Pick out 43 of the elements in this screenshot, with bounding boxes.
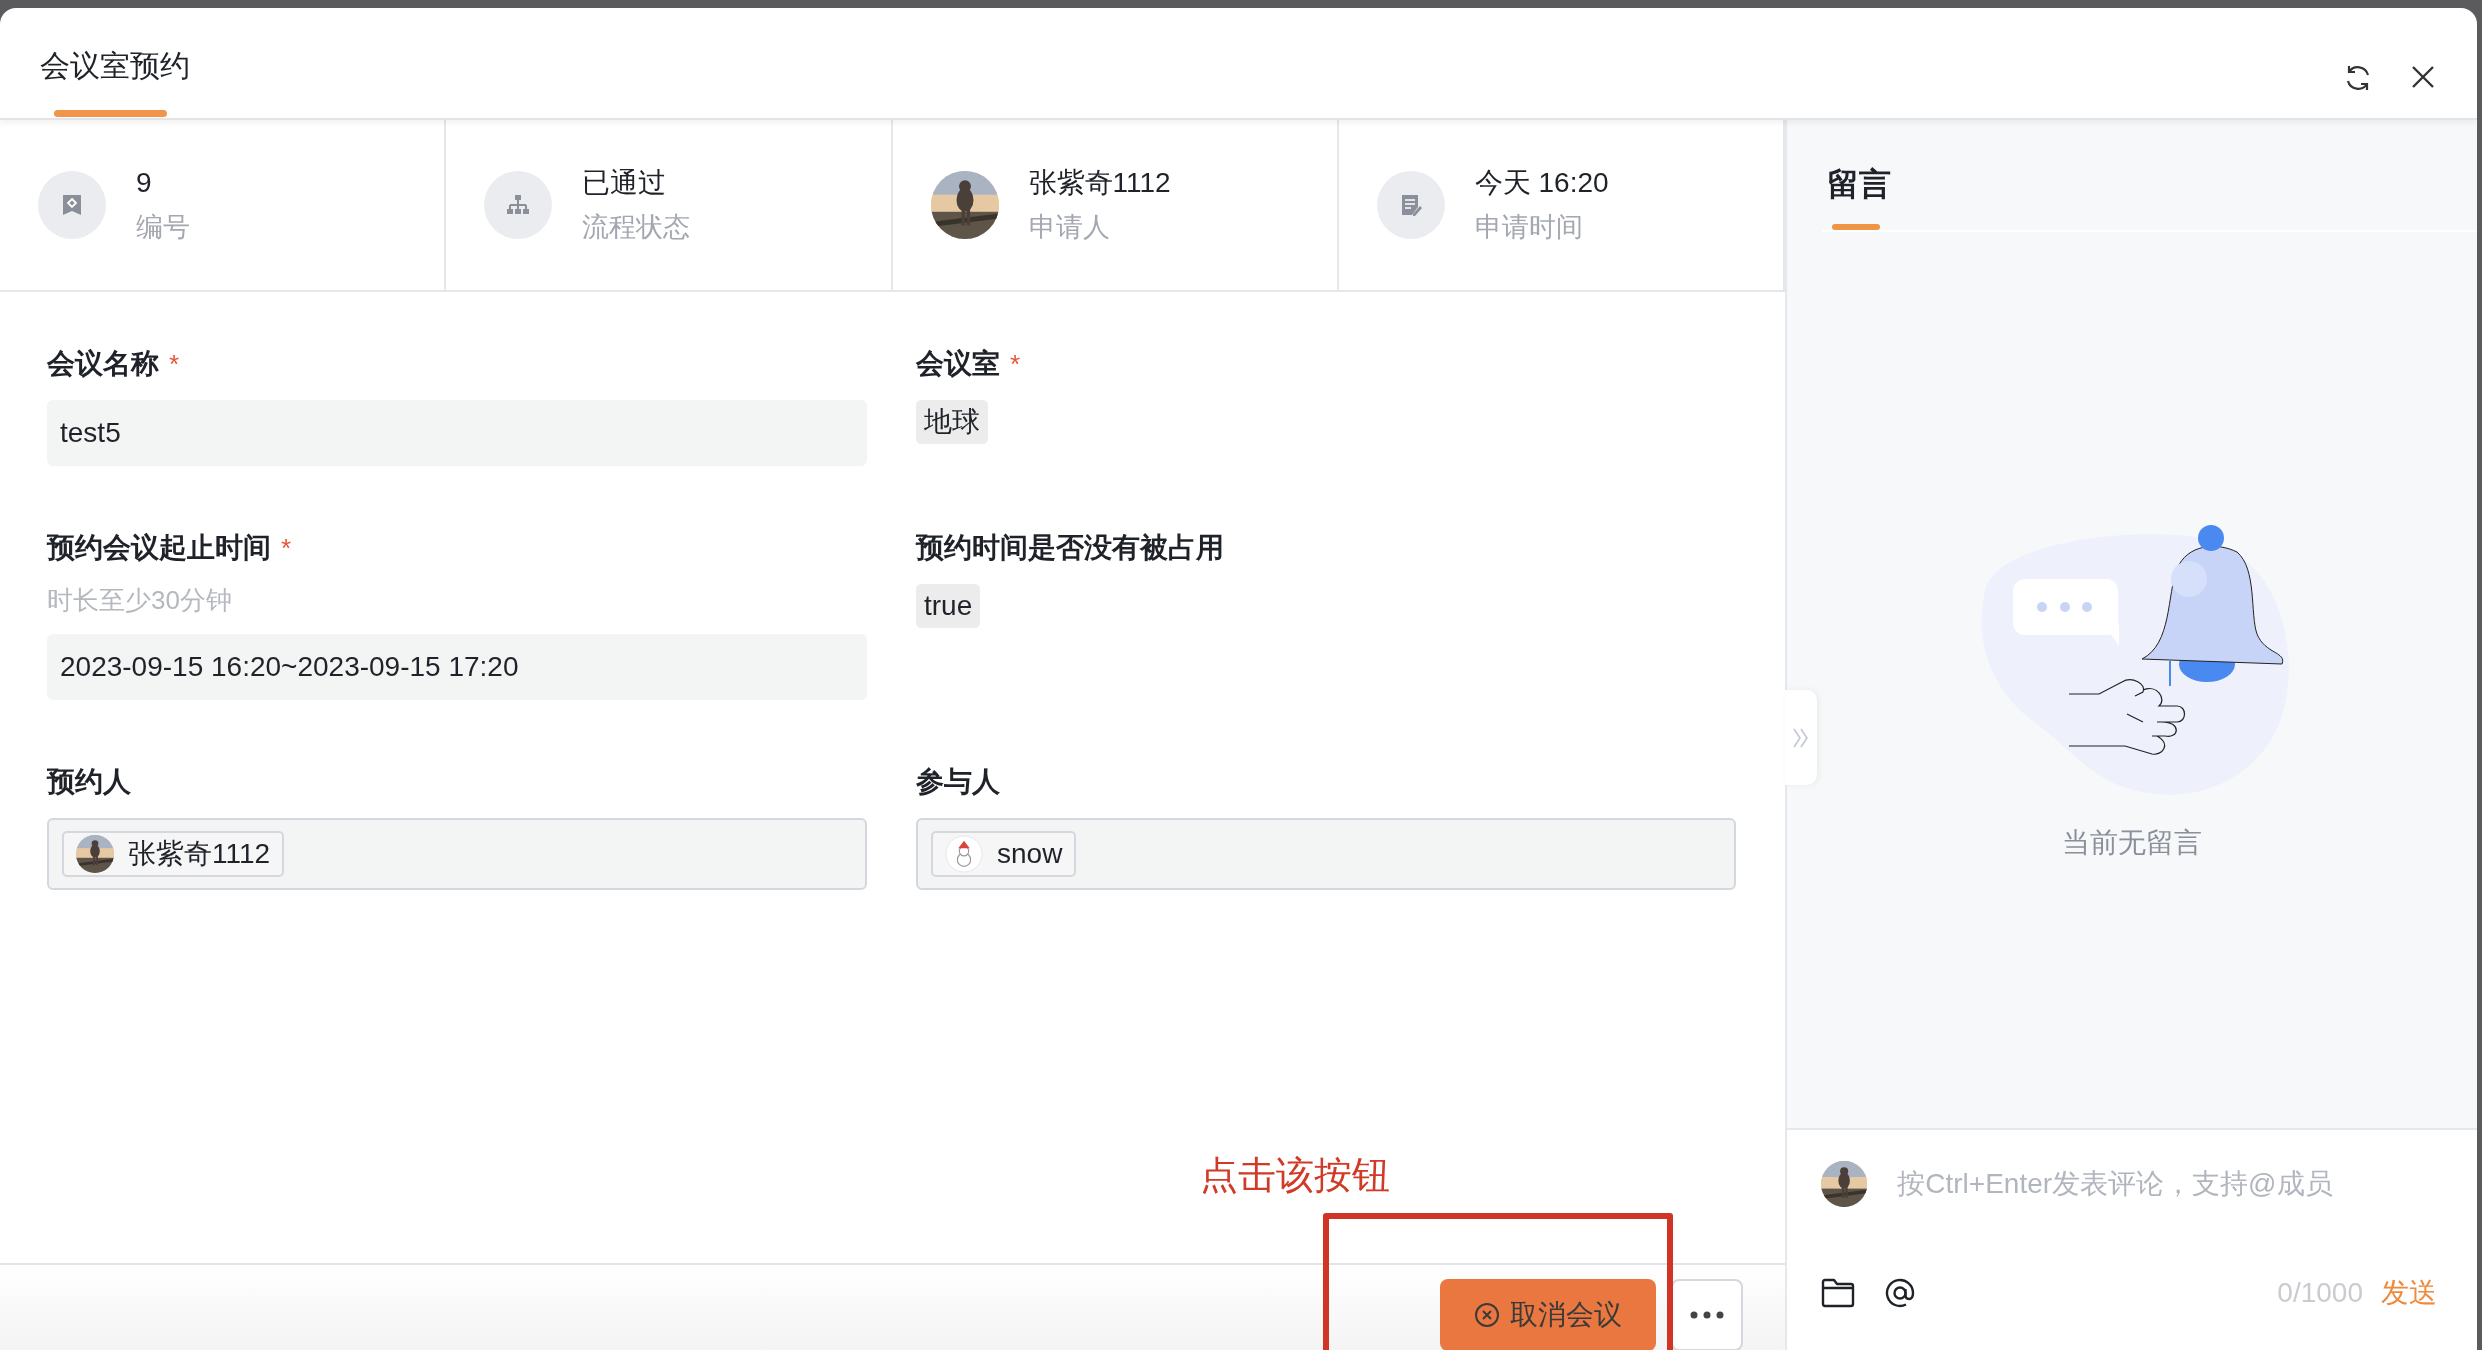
avatar bbox=[76, 835, 114, 873]
double-chevron-icon bbox=[1792, 726, 1810, 749]
avatar bbox=[1821, 1160, 1868, 1208]
more-button[interactable] bbox=[1671, 1279, 1743, 1350]
annotation-text: 点击该按钮 bbox=[1200, 1153, 1390, 1198]
field-label: 会议名称 bbox=[47, 347, 159, 381]
panel-title: 留言 bbox=[1826, 165, 1892, 204]
info-value: 已通过 bbox=[582, 166, 668, 200]
field-label: 预约时间是否没有被占用 bbox=[916, 531, 1224, 565]
info-label: 申请人 bbox=[1028, 211, 1111, 244]
field-label: 参与人 bbox=[916, 765, 1000, 799]
info-label: 编号 bbox=[136, 211, 190, 244]
field-hint: 时长至少30分钟 bbox=[47, 584, 232, 617]
more-icon bbox=[1690, 1311, 1724, 1319]
info-label: 申请时间 bbox=[1474, 211, 1584, 244]
text-field[interactable]: test5 bbox=[47, 400, 867, 466]
required-mark: * bbox=[281, 532, 292, 565]
member-field[interactable]: 张紫奇1112 bbox=[47, 818, 867, 890]
field-label: 预约会议起止时间 bbox=[47, 531, 271, 565]
avatar bbox=[945, 835, 983, 873]
text-field[interactable]: 2023-09-15 16:20~2023-09-15 17:20 bbox=[47, 634, 867, 700]
value-tag: 地球 bbox=[916, 400, 988, 444]
member-name: snow bbox=[997, 838, 1063, 870]
field-label: 预约人 bbox=[47, 765, 131, 799]
info-value: 今天 16:20 bbox=[1474, 166, 1609, 200]
close-circle-icon bbox=[1474, 1302, 1500, 1328]
folder-icon[interactable] bbox=[1821, 1278, 1855, 1308]
info-label: 流程状态 bbox=[582, 211, 691, 244]
field-label: 会议室 bbox=[916, 347, 1000, 381]
mention-icon[interactable] bbox=[1885, 1278, 1915, 1308]
info-value: 9 bbox=[136, 166, 153, 200]
required-mark: * bbox=[1010, 348, 1021, 381]
dialog-title: 会议室预约 bbox=[40, 48, 190, 84]
member-name: 张紫奇1112 bbox=[128, 837, 271, 871]
cancel-meeting-button[interactable]: 取消会议 bbox=[1440, 1279, 1656, 1350]
tab-underline bbox=[1832, 224, 1880, 230]
value-tag: true bbox=[916, 584, 981, 628]
member-field[interactable]: snow bbox=[916, 818, 1736, 890]
info-value: 张紫奇1112 bbox=[1028, 166, 1171, 200]
required-mark: * bbox=[169, 348, 180, 381]
empty-message: 当前无留言 bbox=[2062, 826, 2202, 860]
comment-input[interactable]: 按Ctrl+Enter发表评论，支持@成员 bbox=[1897, 1168, 2437, 1200]
avatar bbox=[930, 171, 999, 239]
